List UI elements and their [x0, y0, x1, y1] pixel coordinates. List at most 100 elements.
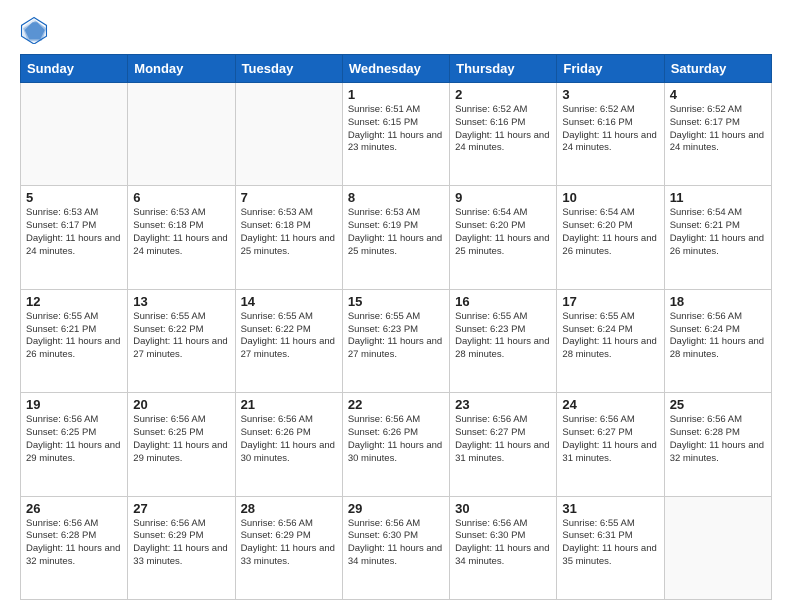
calendar-cell: 27 Sunrise: 6:56 AMSunset: 6:29 PMDayligh… [128, 496, 235, 599]
day-number: 8 [348, 190, 444, 205]
day-info: Sunrise: 6:54 AMSunset: 6:20 PMDaylight:… [455, 207, 551, 258]
day-number: 21 [241, 397, 337, 412]
calendar-table: SundayMondayTuesdayWednesdayThursdayFrid… [20, 54, 772, 600]
calendar-cell: 2Sunrise: 6:52 AMSunset: 6:16 PMDaylight… [450, 83, 557, 186]
calendar-week-1: 1 Sunrise: 6:51 AMSunset: 6:15 PMDaylight… [21, 83, 772, 186]
day-number: 22 [348, 397, 444, 412]
day-number: 1 [348, 87, 444, 102]
day-info: Sunrise: 6:56 AMSunset: 6:28 PMDaylight:… [670, 414, 766, 465]
day-number: 10 [562, 190, 658, 205]
calendar-cell [664, 496, 771, 599]
calendar-cell: 1 Sunrise: 6:51 AMSunset: 6:15 PMDaylight… [342, 83, 449, 186]
calendar-cell: 5Sunrise: 6:53 AMSunset: 6:17 PMDaylight… [21, 186, 128, 289]
day-info: Sunrise: 6:52 AMSunset: 6:16 PMDaylight:… [562, 104, 658, 155]
day-number: 19 [26, 397, 122, 412]
day-number: 23 [455, 397, 551, 412]
day-number: 29 [348, 501, 444, 516]
day-number: 28 [241, 501, 337, 516]
day-info: Sunrise: 6:56 AMSunset: 6:24 PMDaylight:… [670, 311, 766, 362]
calendar-cell: 13Sunrise: 6:55 AMSunset: 6:22 PMDayligh… [128, 289, 235, 392]
calendar-cell: 11 Sunrise: 6:54 AMSunset: 6:21 PMDayligh… [664, 186, 771, 289]
calendar-cell: 4 Sunrise: 6:52 AMSunset: 6:17 PMDaylight… [664, 83, 771, 186]
calendar-cell: 24 Sunrise: 6:56 AMSunset: 6:27 PMDayligh… [557, 393, 664, 496]
calendar-cell: 19Sunrise: 6:56 AMSunset: 6:25 PMDayligh… [21, 393, 128, 496]
calendar-cell: 28Sunrise: 6:56 AMSunset: 6:29 PMDayligh… [235, 496, 342, 599]
calendar-cell: 20Sunrise: 6:56 AMSunset: 6:25 PMDayligh… [128, 393, 235, 496]
weekday-header-tuesday: Tuesday [235, 55, 342, 83]
day-info: Sunrise: 6:55 AMSunset: 6:31 PMDaylight:… [562, 518, 658, 569]
calendar-cell: 29 Sunrise: 6:56 AMSunset: 6:30 PMDayligh… [342, 496, 449, 599]
day-number: 16 [455, 294, 551, 309]
day-info: Sunrise: 6:53 AMSunset: 6:19 PMDaylight:… [348, 207, 444, 258]
logo-icon [20, 16, 48, 44]
day-info: Sunrise: 6:55 AMSunset: 6:21 PMDaylight:… [26, 311, 122, 362]
calendar-cell: 9Sunrise: 6:54 AMSunset: 6:20 PMDaylight… [450, 186, 557, 289]
day-number: 4 [670, 87, 766, 102]
calendar-cell [235, 83, 342, 186]
day-number: 27 [133, 501, 229, 516]
day-number: 2 [455, 87, 551, 102]
weekday-header-thursday: Thursday [450, 55, 557, 83]
day-info: Sunrise: 6:55 AMSunset: 6:22 PMDaylight:… [241, 311, 337, 362]
calendar-cell: 18 Sunrise: 6:56 AMSunset: 6:24 PMDayligh… [664, 289, 771, 392]
day-number: 7 [241, 190, 337, 205]
calendar-cell: 21 Sunrise: 6:56 AMSunset: 6:26 PMDayligh… [235, 393, 342, 496]
calendar-cell: 15 Sunrise: 6:55 AMSunset: 6:23 PMDayligh… [342, 289, 449, 392]
day-number: 26 [26, 501, 122, 516]
day-info: Sunrise: 6:55 AMSunset: 6:23 PMDaylight:… [348, 311, 444, 362]
day-info: Sunrise: 6:56 AMSunset: 6:25 PMDaylight:… [133, 414, 229, 465]
day-info: Sunrise: 6:56 AMSunset: 6:26 PMDaylight:… [348, 414, 444, 465]
calendar-cell: 3 Sunrise: 6:52 AMSunset: 6:16 PMDaylight… [557, 83, 664, 186]
day-number: 14 [241, 294, 337, 309]
day-info: Sunrise: 6:54 AMSunset: 6:21 PMDaylight:… [670, 207, 766, 258]
day-info: Sunrise: 6:56 AMSunset: 6:30 PMDaylight:… [455, 518, 551, 569]
calendar-header-row: SundayMondayTuesdayWednesdayThursdayFrid… [21, 55, 772, 83]
day-info: Sunrise: 6:53 AMSunset: 6:17 PMDaylight:… [26, 207, 122, 258]
weekday-header-wednesday: Wednesday [342, 55, 449, 83]
day-number: 24 [562, 397, 658, 412]
day-info: Sunrise: 6:52 AMSunset: 6:17 PMDaylight:… [670, 104, 766, 155]
weekday-header-saturday: Saturday [664, 55, 771, 83]
day-info: Sunrise: 6:56 AMSunset: 6:27 PMDaylight:… [562, 414, 658, 465]
day-number: 3 [562, 87, 658, 102]
calendar-cell: 16Sunrise: 6:55 AMSunset: 6:23 PMDayligh… [450, 289, 557, 392]
calendar-cell: 7 Sunrise: 6:53 AMSunset: 6:18 PMDaylight… [235, 186, 342, 289]
calendar-week-5: 26 Sunrise: 6:56 AMSunset: 6:28 PMDayligh… [21, 496, 772, 599]
calendar-cell: 6Sunrise: 6:53 AMSunset: 6:18 PMDaylight… [128, 186, 235, 289]
day-info: Sunrise: 6:53 AMSunset: 6:18 PMDaylight:… [241, 207, 337, 258]
day-number: 11 [670, 190, 766, 205]
day-info: Sunrise: 6:56 AMSunset: 6:26 PMDaylight:… [241, 414, 337, 465]
weekday-header-sunday: Sunday [21, 55, 128, 83]
calendar-cell [21, 83, 128, 186]
logo [20, 16, 52, 44]
header [20, 16, 772, 44]
calendar-cell: 17 Sunrise: 6:55 AMSunset: 6:24 PMDayligh… [557, 289, 664, 392]
day-number: 6 [133, 190, 229, 205]
day-number: 30 [455, 501, 551, 516]
day-number: 25 [670, 397, 766, 412]
day-number: 17 [562, 294, 658, 309]
day-number: 18 [670, 294, 766, 309]
weekday-header-friday: Friday [557, 55, 664, 83]
day-info: Sunrise: 6:56 AMSunset: 6:27 PMDaylight:… [455, 414, 551, 465]
calendar-cell: 8 Sunrise: 6:53 AMSunset: 6:19 PMDaylight… [342, 186, 449, 289]
calendar-cell: 30 Sunrise: 6:56 AMSunset: 6:30 PMDayligh… [450, 496, 557, 599]
calendar-cell: 22 Sunrise: 6:56 AMSunset: 6:26 PMDayligh… [342, 393, 449, 496]
day-info: Sunrise: 6:51 AMSunset: 6:15 PMDaylight:… [348, 104, 444, 155]
day-info: Sunrise: 6:56 AMSunset: 6:30 PMDaylight:… [348, 518, 444, 569]
calendar-cell: 26 Sunrise: 6:56 AMSunset: 6:28 PMDayligh… [21, 496, 128, 599]
day-number: 13 [133, 294, 229, 309]
day-info: Sunrise: 6:56 AMSunset: 6:29 PMDaylight:… [133, 518, 229, 569]
day-info: Sunrise: 6:55 AMSunset: 6:24 PMDaylight:… [562, 311, 658, 362]
calendar-cell: 23 Sunrise: 6:56 AMSunset: 6:27 PMDayligh… [450, 393, 557, 496]
calendar-week-4: 19 Sunrise: 6:56 AMSunset: 6:25 PMDayligh… [21, 393, 772, 496]
calendar-cell: 10 Sunrise: 6:54 AMSunset: 6:20 PMDayligh… [557, 186, 664, 289]
weekday-header-monday: Monday [128, 55, 235, 83]
day-info: Sunrise: 6:56 AMSunset: 6:28 PMDaylight:… [26, 518, 122, 569]
day-number: 31 [562, 501, 658, 516]
calendar-week-2: 5Sunrise: 6:53 AMSunset: 6:17 PMDaylight… [21, 186, 772, 289]
day-number: 15 [348, 294, 444, 309]
day-info: Sunrise: 6:54 AMSunset: 6:20 PMDaylight:… [562, 207, 658, 258]
calendar-cell [128, 83, 235, 186]
day-number: 12 [26, 294, 122, 309]
